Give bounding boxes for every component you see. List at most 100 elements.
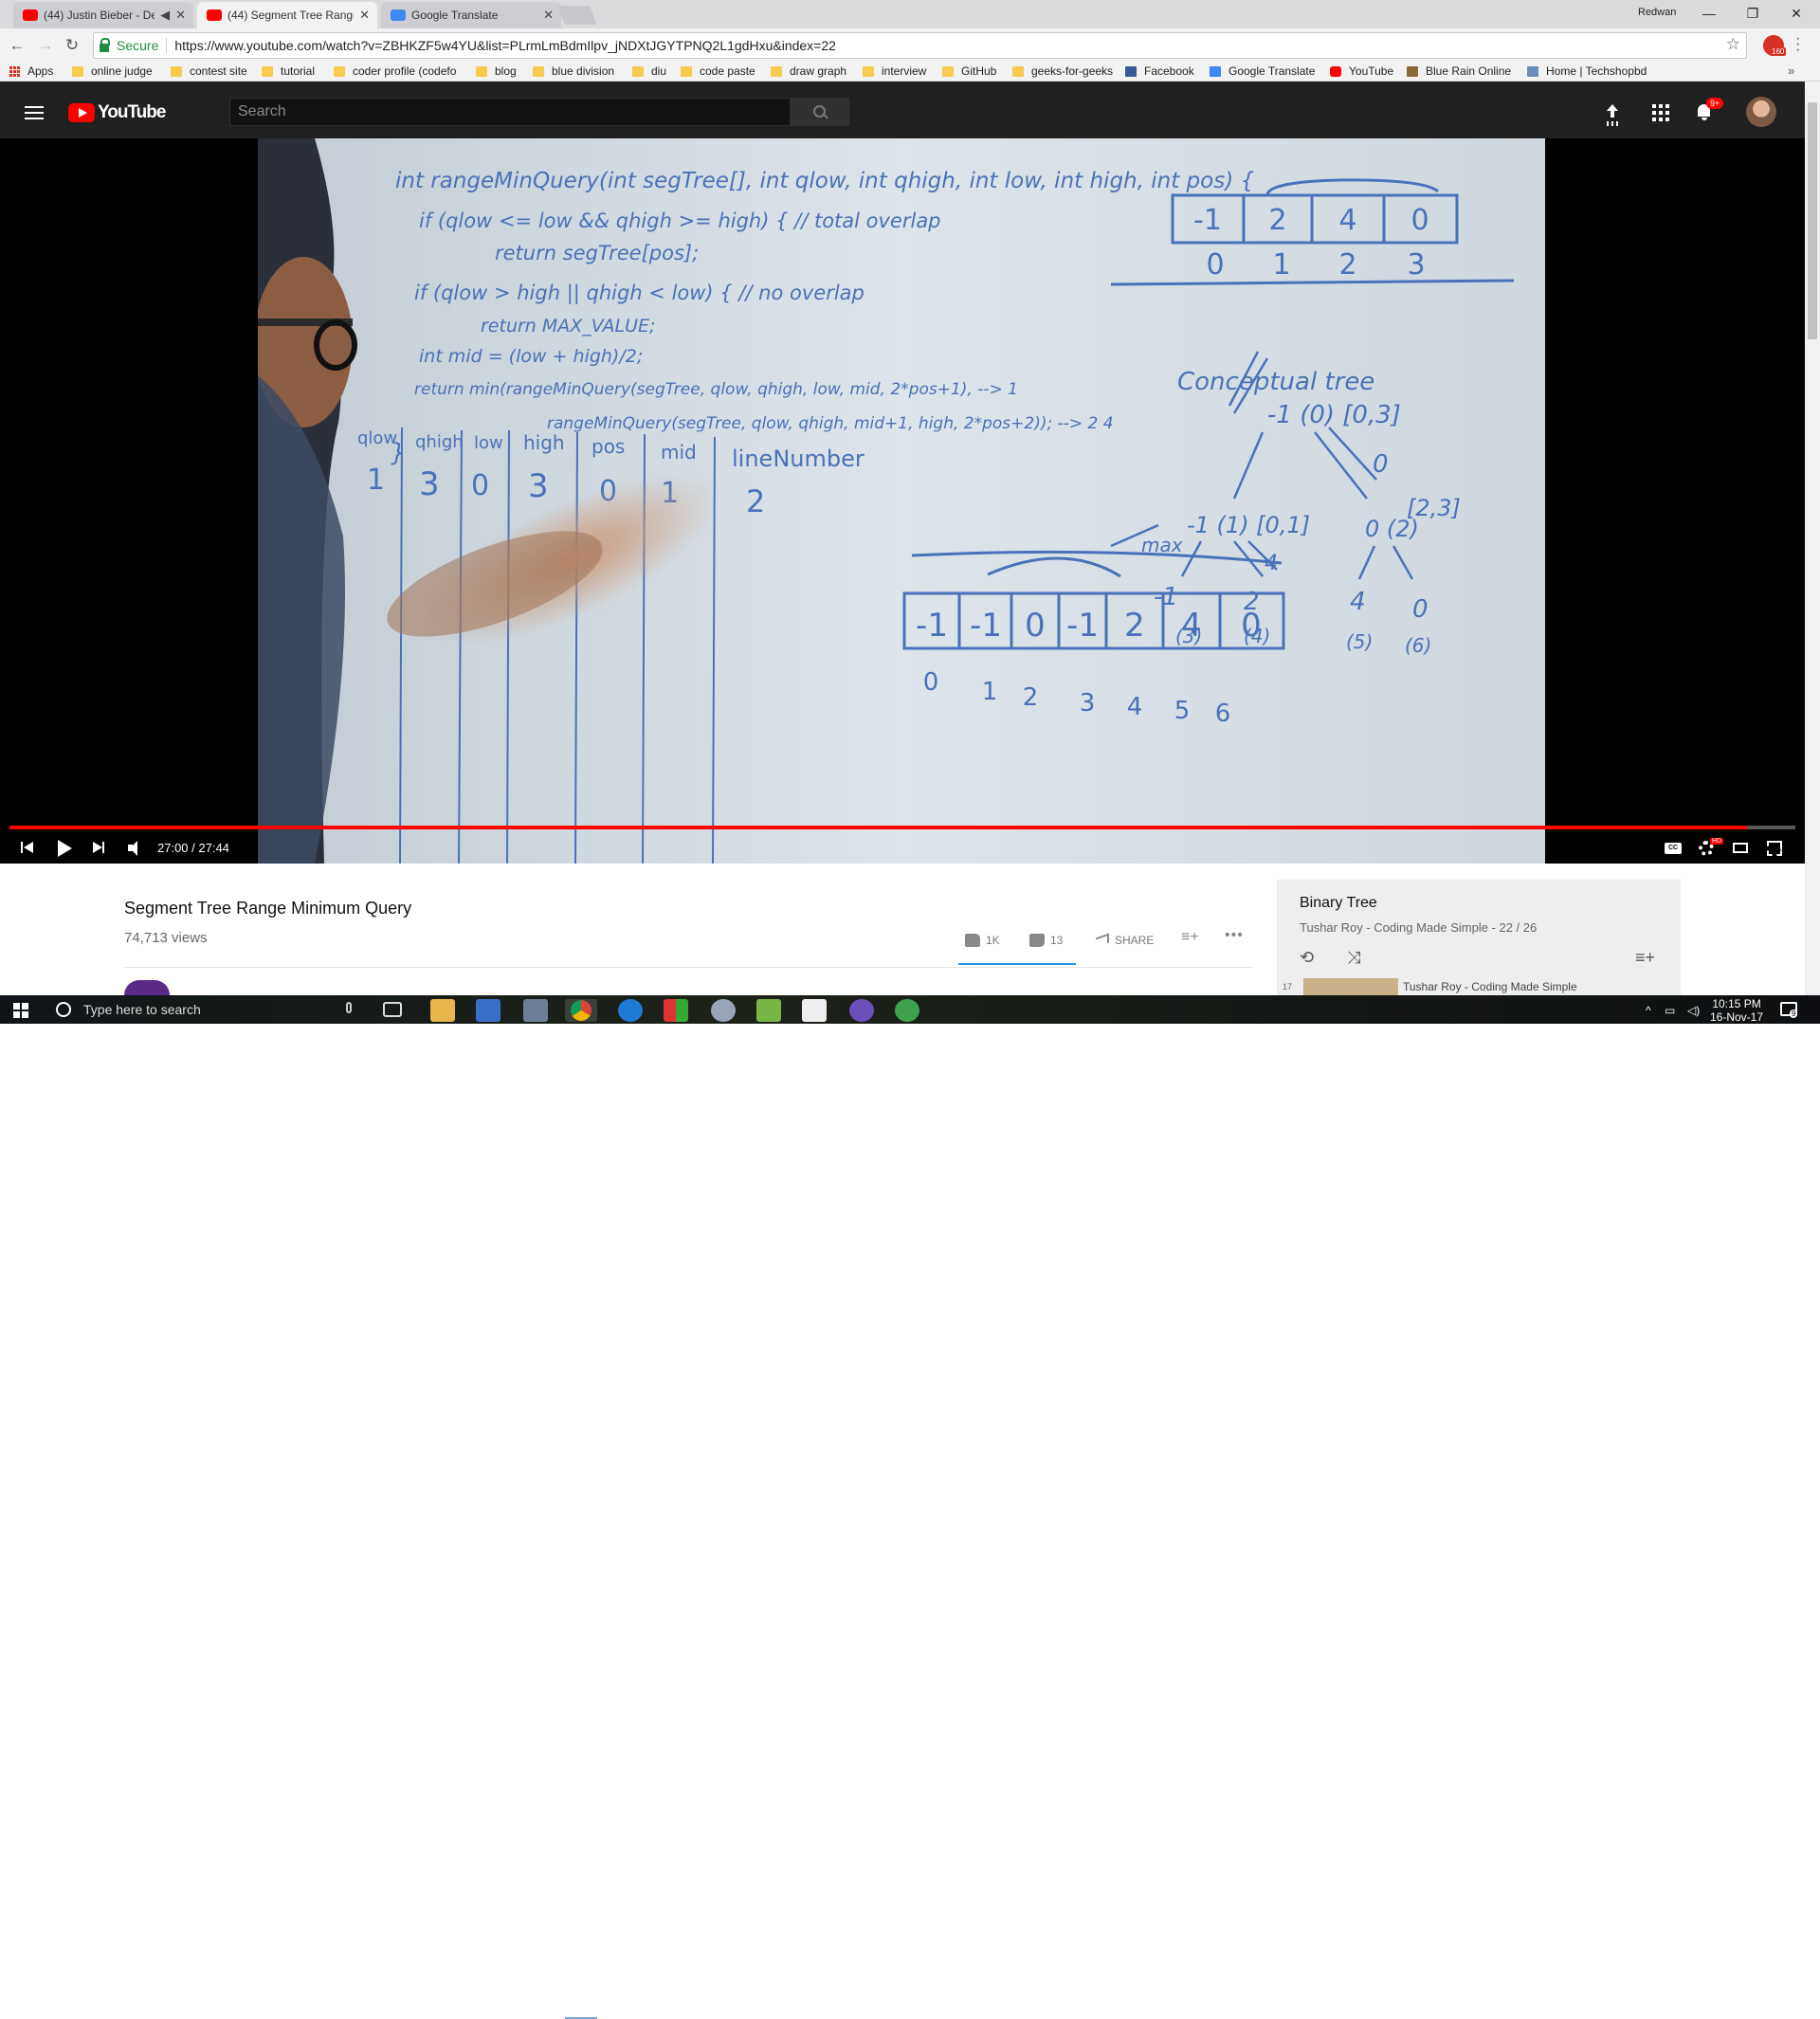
bookmark-diu[interactable]: diu	[632, 64, 666, 78]
address-bar[interactable]: Secure https://www.youtube.com/watch?v=Z…	[93, 32, 1747, 59]
profile-name[interactable]: Redwan	[1638, 7, 1676, 18]
folder-icon	[863, 65, 874, 77]
bookmark-contest-site[interactable]: contest site	[171, 64, 247, 78]
captions-icon[interactable]: CC	[1665, 843, 1682, 854]
forward-icon[interactable]: →	[34, 34, 57, 57]
extension-badge: 160	[1770, 47, 1787, 56]
maximize-button[interactable]: ❐	[1731, 2, 1774, 25]
like-button[interactable]: 1K	[965, 934, 1000, 947]
android-icon[interactable]	[895, 999, 919, 1022]
url-text[interactable]: https://www.youtube.com/watch?v=ZBHKZF5w…	[174, 38, 836, 53]
theater-mode-icon[interactable]	[1733, 843, 1748, 853]
youtube-logo-text[interactable]: YouTube	[98, 102, 166, 123]
minimize-button[interactable]: —	[1687, 2, 1731, 25]
playlist-item-channel[interactable]: Tushar Roy - Coding Made Simple	[1403, 980, 1577, 993]
app-icon[interactable]	[849, 999, 874, 1022]
fullscreen-icon[interactable]	[1767, 841, 1782, 856]
taskbar-clock[interactable]: 10:15 PM 16-Nov-17	[1710, 997, 1763, 1024]
loop-icon[interactable]: ⟲	[1300, 948, 1314, 968]
chrome-menu-icon[interactable]: · · ·	[1795, 31, 1800, 58]
more-actions-icon[interactable]: •••	[1225, 927, 1244, 944]
search-button[interactable]	[791, 98, 849, 126]
app-icon[interactable]	[711, 999, 736, 1022]
tab-segment-tree[interactable]: (44) Segment Tree Range ✕	[197, 2, 377, 28]
next-icon[interactable]	[91, 840, 110, 857]
add-to-playlist-icon[interactable]: ≡+	[1181, 929, 1199, 946]
bookmark-techshopbd[interactable]: Home | Techshopbd	[1527, 64, 1647, 78]
bookmark-blog[interactable]: blog	[476, 64, 517, 78]
share-button[interactable]: SHARE	[1096, 933, 1154, 948]
bookmarks-overflow-icon[interactable]: »	[1788, 64, 1794, 78]
action-center-badge: 9	[1790, 1010, 1798, 1018]
microphone-icon[interactable]	[346, 1002, 352, 1013]
progress-bar-played[interactable]	[9, 826, 1748, 829]
tab-justin-bieber[interactable]: (44) Justin Bieber - De ◀ ✕	[13, 2, 193, 28]
upload-icon[interactable]	[1602, 102, 1623, 123]
scrollbar-thumb[interactable]	[1808, 102, 1817, 339]
notepad-icon[interactable]	[756, 999, 781, 1022]
bookmark-interview[interactable]: interview	[863, 64, 926, 78]
network-icon[interactable]: ▭	[1665, 1004, 1675, 1017]
bookmark-tutorial[interactable]: tutorial	[262, 64, 315, 78]
play-icon[interactable]	[55, 840, 74, 857]
video-player[interactable]: int rangeMinQuery(int segTree[], int qlo…	[0, 138, 1805, 864]
file-explorer-icon[interactable]	[430, 999, 455, 1022]
speaker-icon[interactable]: ◁)	[1687, 1004, 1700, 1017]
bookmark-youtube[interactable]: YouTube	[1330, 64, 1393, 78]
bookmark-github[interactable]: GitHub	[942, 64, 996, 78]
close-window-button[interactable]: ✕	[1774, 2, 1818, 25]
bookmark-draw-graph[interactable]: draw graph	[771, 64, 846, 78]
tray-overflow-icon[interactable]: ^	[1646, 1004, 1651, 1017]
lock-icon	[100, 37, 110, 52]
table-header: qlow	[357, 428, 397, 448]
taskbar-search-input[interactable]: Type here to search	[83, 1002, 201, 1017]
back-icon[interactable]: ←	[6, 34, 28, 57]
app-icon[interactable]	[664, 999, 688, 1022]
bookmark-google-translate[interactable]: Google Translate	[1210, 64, 1315, 78]
cortana-icon[interactable]	[56, 1002, 71, 1017]
close-tab-icon[interactable]: ✕	[175, 8, 186, 23]
search-input[interactable]: Search	[229, 98, 791, 126]
edge-icon[interactable]	[618, 999, 643, 1022]
close-tab-icon[interactable]: ✕	[543, 8, 554, 23]
start-button-icon[interactable]	[13, 1003, 28, 1018]
new-tab-button[interactable]	[557, 6, 597, 25]
dislike-button[interactable]: 13	[1029, 934, 1063, 947]
reload-icon[interactable]: ↻	[61, 34, 83, 57]
close-tab-icon[interactable]: ✕	[359, 8, 370, 23]
apps-grid-icon[interactable]	[1649, 102, 1670, 123]
tab-google-translate[interactable]: Google Translate ✕	[381, 2, 561, 28]
divider	[166, 38, 168, 53]
store-icon[interactable]	[476, 999, 500, 1022]
bookmark-star-icon[interactable]: ☆	[1726, 35, 1740, 54]
task-view-icon[interactable]	[383, 1002, 402, 1017]
hd-badge: HD	[1710, 838, 1724, 845]
save-playlist-icon[interactable]: ≡+	[1635, 948, 1655, 968]
bookmark-coder-profile[interactable]: coder profile (codefo	[334, 64, 471, 78]
bookmark-geeks-for-geeks[interactable]: geeks-for-geeks	[1012, 64, 1113, 78]
thumbs-up-icon	[965, 934, 980, 947]
youtube-logo-icon[interactable]	[68, 103, 95, 122]
bookmark-apps[interactable]: Apps	[9, 64, 53, 78]
shuffle-icon[interactable]: ⤨	[1347, 948, 1360, 968]
mute-icon[interactable]: ◀	[160, 8, 170, 23]
volume-icon[interactable]	[127, 840, 146, 857]
app-icon[interactable]	[523, 999, 548, 1022]
mail-icon[interactable]	[802, 999, 827, 1022]
input-index: 1	[1272, 248, 1290, 282]
bookmark-label: YouTube	[1349, 64, 1394, 78]
bookmark-blue-rain-online[interactable]: Blue Rain Online	[1407, 64, 1511, 78]
tree-node: 0	[1373, 450, 1389, 479]
account-avatar[interactable]	[1746, 97, 1776, 127]
bookmark-label: Blue Rain Online	[1426, 64, 1512, 78]
playlist-item-thumbnail[interactable]	[1303, 978, 1398, 995]
bookmark-facebook[interactable]: Facebook	[1125, 64, 1194, 78]
bookmark-online-judge[interactable]: online judge	[72, 64, 153, 78]
guide-menu-icon[interactable]	[25, 106, 44, 123]
browser-toolbar: ← → ↻ Secure https://www.youtube.com/wat…	[0, 28, 1820, 63]
previous-icon[interactable]	[19, 840, 38, 857]
bookmark-blue-division[interactable]: blue division	[533, 64, 614, 78]
playlist-title[interactable]: Binary Tree	[1300, 895, 1377, 912]
channel-avatar[interactable]	[124, 980, 170, 995]
bookmark-code-paste[interactable]: code paste	[681, 64, 755, 78]
